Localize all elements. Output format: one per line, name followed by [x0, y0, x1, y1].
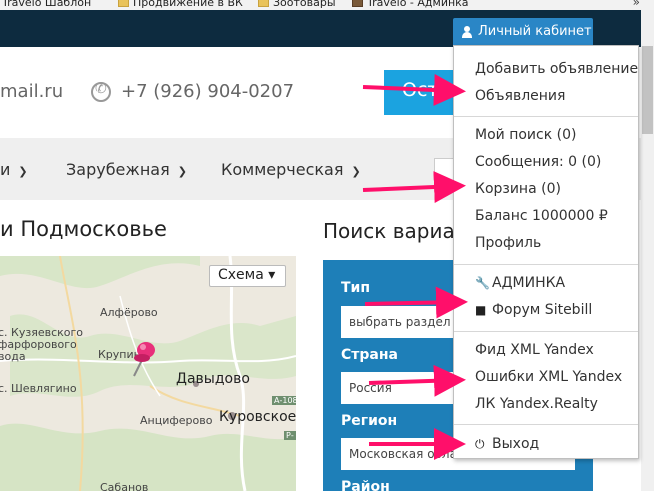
annotation-arrows: [362, 74, 468, 460]
arrow-icon: [368, 364, 466, 397]
arrow-icon: [362, 171, 466, 203]
arrow-icon: [364, 286, 468, 319]
arrow-icon: [362, 74, 466, 106]
